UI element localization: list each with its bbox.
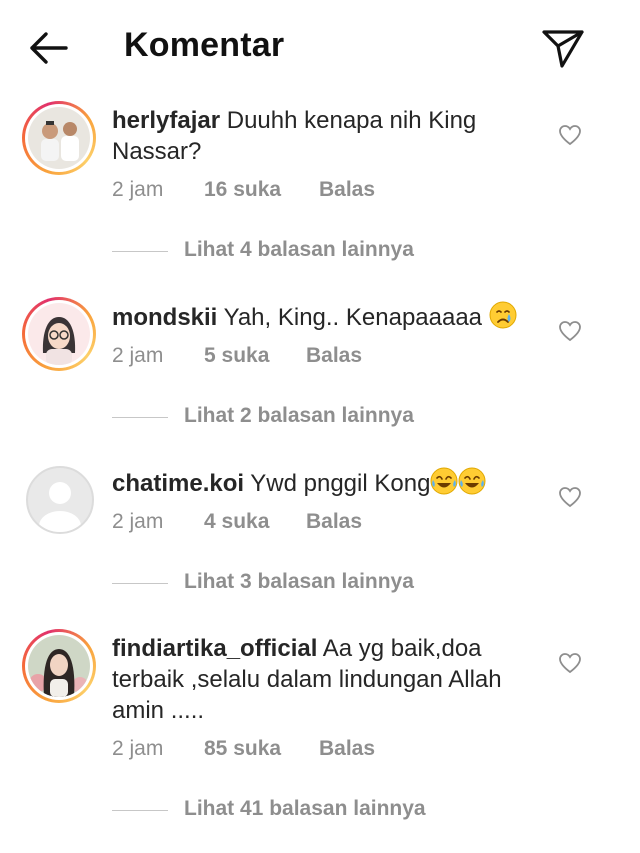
view-replies-label: Lihat 41 balasan lainnya xyxy=(184,797,426,820)
comment-time: 2 jam xyxy=(112,344,164,367)
comment-text-block: herlyfajar Duuhh kenapa nih King Nassar? xyxy=(112,105,532,167)
heart-outline-icon[interactable] xyxy=(558,124,582,146)
tears-of-joy-emoji xyxy=(458,467,486,495)
share-button[interactable] xyxy=(540,26,586,70)
comment-text-block: findiartika_official Aa yg baik,doa terb… xyxy=(112,633,532,726)
divider xyxy=(112,251,168,252)
back-button[interactable] xyxy=(26,28,70,68)
like-count[interactable]: 85 suka xyxy=(204,737,281,761)
page-title: Komentar xyxy=(124,26,285,64)
divider xyxy=(112,417,168,418)
view-replies-button[interactable]: Lihat 41 balasan lainnya xyxy=(112,795,532,825)
like-count[interactable]: 5 suka xyxy=(204,344,269,368)
comment-time: 2 jam xyxy=(112,178,164,201)
heart-outline-icon[interactable] xyxy=(558,486,582,508)
comment-username[interactable]: mondskii xyxy=(112,304,217,331)
paper-plane-icon xyxy=(542,30,584,68)
avatar[interactable] xyxy=(26,466,94,534)
divider xyxy=(112,583,168,584)
comment-time: 2 jam xyxy=(112,510,164,533)
reply-button[interactable]: Balas xyxy=(306,510,362,534)
avatar[interactable] xyxy=(22,297,96,371)
comment-username[interactable]: herlyfajar xyxy=(112,107,220,134)
view-replies-button[interactable]: Lihat 3 balasan lainnya xyxy=(112,568,532,598)
avatar[interactable] xyxy=(22,101,96,175)
divider xyxy=(112,810,168,811)
avatar-image xyxy=(28,635,90,697)
comment-text: Yah, King.. Kenapaaaaa xyxy=(223,304,483,331)
view-replies-button[interactable]: Lihat 2 balasan lainnya xyxy=(112,402,532,432)
avatar[interactable] xyxy=(22,629,96,703)
default-avatar-icon xyxy=(39,482,81,532)
crying-face-emoji xyxy=(489,301,517,329)
view-replies-button[interactable]: Lihat 4 balasan lainnya xyxy=(112,236,532,266)
heart-outline-icon[interactable] xyxy=(558,320,582,342)
comment-username[interactable]: chatime.koi xyxy=(112,470,244,497)
comment-text-block: chatime.koi Ywd pnggil Kong xyxy=(112,467,532,499)
view-replies-label: Lihat 4 balasan lainnya xyxy=(184,238,414,261)
top-bar: Komentar xyxy=(0,0,640,95)
comment-text: Ywd pnggil Kong xyxy=(250,470,431,497)
like-count[interactable]: 4 suka xyxy=(204,510,269,534)
comment-username[interactable]: findiartika_official xyxy=(112,635,317,662)
comment-text-block: mondskii Yah, King.. Kenapaaaaa xyxy=(112,301,532,333)
tears-of-joy-emoji xyxy=(430,467,458,495)
view-replies-label: Lihat 2 balasan lainnya xyxy=(184,404,414,427)
reply-button[interactable]: Balas xyxy=(319,737,375,761)
view-replies-label: Lihat 3 balasan lainnya xyxy=(184,570,414,593)
reply-button[interactable]: Balas xyxy=(319,178,375,202)
arrow-left-icon xyxy=(30,32,68,64)
avatar-image xyxy=(28,107,90,169)
avatar-image xyxy=(28,303,90,365)
heart-outline-icon[interactable] xyxy=(558,652,582,674)
comment-time: 2 jam xyxy=(112,737,164,760)
like-count[interactable]: 16 suka xyxy=(204,178,281,202)
reply-button[interactable]: Balas xyxy=(306,344,362,368)
